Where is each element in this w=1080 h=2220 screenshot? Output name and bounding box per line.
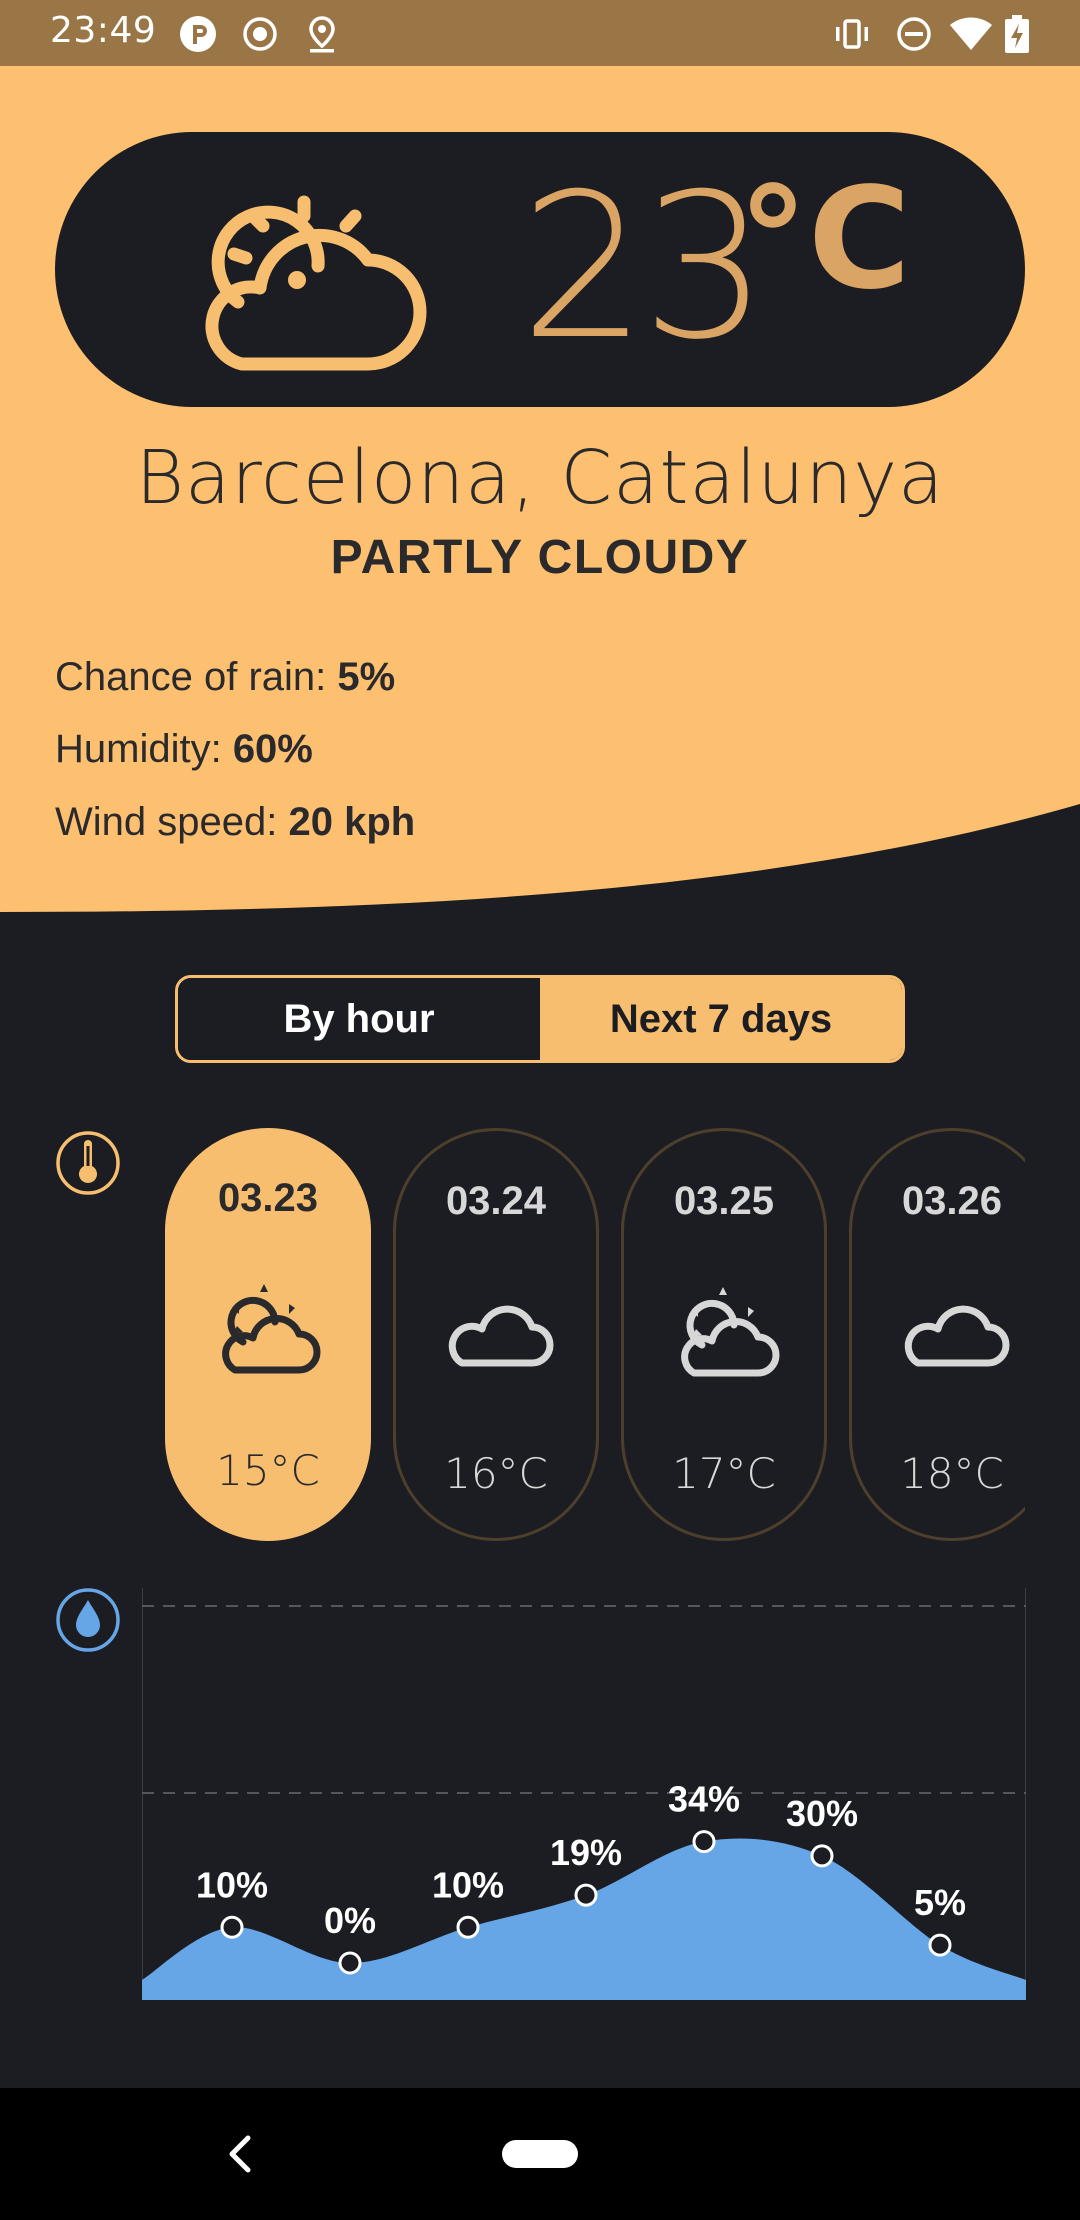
- rain-data-point: [338, 1951, 362, 1975]
- cloud-icon: [448, 1305, 554, 1367]
- rain-data-label: 30%: [786, 1793, 858, 1834]
- rain-data-point: [692, 1830, 716, 1854]
- day-temperature: 16°C: [444, 1449, 548, 1498]
- screen-record-icon: [243, 17, 277, 51]
- water-drop-icon: [56, 1588, 120, 1652]
- battery-charging-icon: [1005, 15, 1029, 53]
- detail-value: 60%: [232, 727, 313, 771]
- next-7-days-button[interactable]: Next 7 days: [540, 978, 902, 1060]
- rain-data-point: [220, 1915, 244, 1939]
- day-card[interactable]: 03.23 15°C: [165, 1128, 371, 1541]
- by-hour-button[interactable]: By hour: [178, 978, 540, 1060]
- day-card[interactable]: 03.24 16°C: [393, 1128, 599, 1541]
- day-card[interactable]: 03.25 17°C: [621, 1128, 827, 1541]
- day-temperature: 15°C: [216, 1446, 320, 1495]
- home-button[interactable]: [502, 2140, 578, 2168]
- partly-cloudy-icon: [222, 1284, 321, 1374]
- detail-chance-of-rain: Chance of rain: 5%: [55, 655, 395, 700]
- day-temperature: 17°C: [672, 1449, 776, 1498]
- back-icon[interactable]: [222, 2130, 258, 2178]
- rain-data-label: 0%: [324, 1900, 376, 1941]
- weather-condition: PARTLY CLOUDY: [330, 531, 750, 584]
- p-badge-icon: [180, 16, 216, 52]
- day-date: 03.23: [217, 1176, 319, 1220]
- detail-value: 20 kph: [288, 800, 416, 844]
- temperature-unit: °C: [738, 158, 911, 321]
- detail-value: 5%: [337, 655, 396, 699]
- location-name: Barcelona, Catalunya: [135, 435, 945, 521]
- rain-data-label: 5%: [914, 1882, 966, 1923]
- rain-data-label: 10%: [432, 1864, 504, 1905]
- partly-cloudy-icon: [205, 195, 427, 371]
- temperature-value: 23: [520, 151, 768, 384]
- rain-data-label: 10%: [196, 1864, 268, 1905]
- vibrate-icon: [836, 19, 868, 49]
- rain-data-point: [810, 1844, 834, 1868]
- partly-cloudy-icon: [681, 1287, 780, 1377]
- detail-humidity: Humidity: 60%: [55, 727, 313, 772]
- forecast-mode-toggle: By hour Next 7 days: [175, 975, 905, 1063]
- day-card[interactable]: 03.26 18°C: [849, 1128, 1025, 1541]
- cloud-icon: [904, 1305, 1010, 1367]
- detail-label: Wind speed:: [55, 800, 289, 844]
- detail-wind-speed: Wind speed: 20 kph: [55, 800, 415, 845]
- day-date: 03.26: [901, 1179, 1003, 1223]
- status-bar: 23:49: [0, 0, 1080, 66]
- rain-data-point: [574, 1883, 598, 1907]
- location-pin-icon: [309, 16, 335, 53]
- day-temperature: 18°C: [900, 1449, 1004, 1498]
- status-time: 23:49: [50, 10, 157, 51]
- wifi-icon: [950, 17, 992, 50]
- rain-data-label: 19%: [550, 1832, 622, 1873]
- rain-data-point: [928, 1933, 952, 1957]
- do-not-disturb-icon: [897, 17, 931, 51]
- rain-data-point: [456, 1915, 480, 1939]
- day-date: 03.24: [445, 1179, 547, 1223]
- thermometer-icon: [56, 1131, 120, 1195]
- rain-chance-chart: 10% 0% 10% 19% 34% 30% 5%: [142, 1588, 1026, 2000]
- detail-label: Chance of rain:: [55, 655, 338, 699]
- day-date: 03.25: [673, 1179, 775, 1223]
- navigation-bar: [0, 2088, 1080, 2220]
- detail-label: Humidity:: [55, 727, 233, 771]
- rain-data-label: 34%: [668, 1779, 740, 1820]
- daily-forecast-list: 03.23 15°C 03.24 16°C 03.25 17°C 03.26 1…: [160, 1128, 1025, 1543]
